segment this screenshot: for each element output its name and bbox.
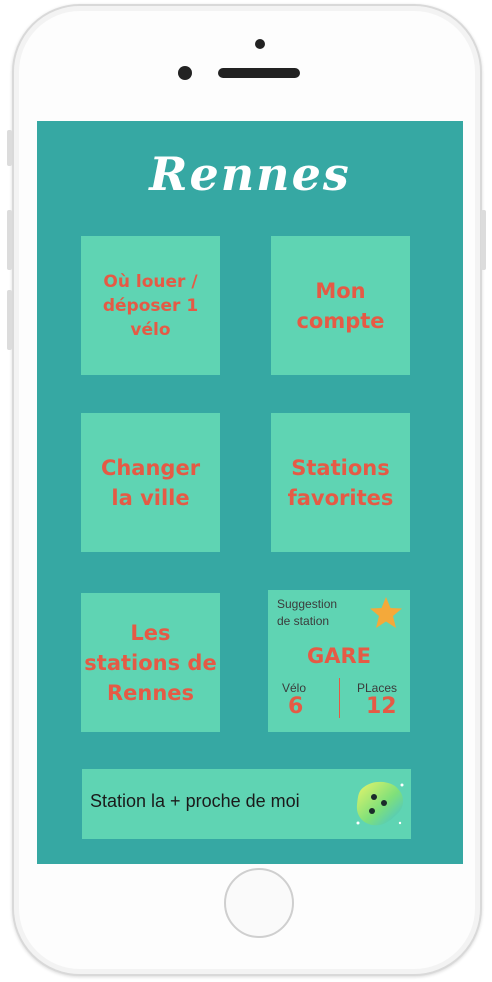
favorite-stations-button[interactable]: Stations favorites xyxy=(271,413,410,552)
nearest-station-button[interactable]: Station la + proche de moi xyxy=(82,769,411,839)
my-account-button[interactable]: Mon compte xyxy=(271,236,410,375)
home-button[interactable] xyxy=(224,868,294,938)
places-label: PLaces xyxy=(357,681,398,695)
all-stations-label: Les stations de Rennes xyxy=(84,620,217,705)
front-camera xyxy=(178,66,192,80)
volume-up-button[interactable] xyxy=(7,210,12,270)
change-city-button[interactable]: Changer la ville xyxy=(81,413,220,552)
volume-down-button[interactable] xyxy=(7,290,12,350)
places-value: 12 xyxy=(366,694,397,719)
change-city-label: Changer la ville xyxy=(100,455,201,510)
rent-return-bike-label: Où louer / déposer 1 vélo xyxy=(102,271,199,340)
suggestion-label: Suggestion de station xyxy=(277,597,338,628)
mute-switch[interactable] xyxy=(7,130,12,166)
app-screen: Rennes Où louer / déposer 1 vélo Mon com… xyxy=(37,121,463,864)
favorite-stations-label: Stations favorites xyxy=(287,455,394,510)
my-account-label: Mon compte xyxy=(296,278,385,333)
bikes-value: 6 xyxy=(288,694,304,719)
earpiece-speaker xyxy=(218,68,300,78)
suggested-station-name: GARE xyxy=(306,644,371,668)
suggestion-divider xyxy=(339,678,340,718)
city-title: Rennes xyxy=(149,147,351,201)
all-stations-button[interactable]: Les stations de Rennes xyxy=(81,593,220,732)
station-suggestion-card[interactable]: Suggestion de station GARE Vélo 6 PLaces… xyxy=(268,590,410,732)
proximity-sensor xyxy=(255,39,265,49)
bikes-label: Vélo xyxy=(282,681,307,695)
rent-return-bike-button[interactable]: Où louer / déposer 1 vélo xyxy=(81,236,220,375)
power-button[interactable] xyxy=(481,210,486,270)
star-icon[interactable] xyxy=(368,595,404,631)
nearest-station-label: Station la + proche de moi xyxy=(90,791,300,811)
blob-locator-icon xyxy=(356,781,404,826)
